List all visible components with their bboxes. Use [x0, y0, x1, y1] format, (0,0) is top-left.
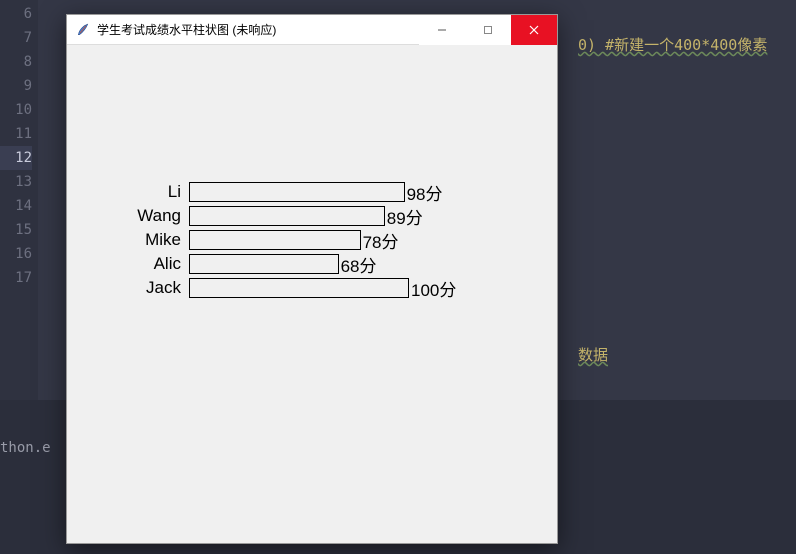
- line-number: 13: [0, 170, 32, 194]
- window-titlebar[interactable]: 学生考试成绩水平柱状图 (未响应): [67, 15, 557, 45]
- line-number: 16: [0, 242, 32, 266]
- bar-row: Li 98分: [105, 180, 525, 204]
- bar-row: Alic 68分: [105, 252, 525, 276]
- bar-rect: [189, 230, 361, 250]
- line-number: 7: [0, 26, 32, 50]
- close-button[interactable]: [511, 15, 557, 45]
- bar-category-label: Li: [105, 182, 189, 202]
- bar-rect: [189, 254, 339, 274]
- bar-value-label: 78分: [361, 228, 399, 253]
- close-icon: [529, 25, 539, 35]
- line-number: 9: [0, 74, 32, 98]
- line-number: 14: [0, 194, 32, 218]
- bar-category-label: Wang: [105, 206, 189, 226]
- minimize-button[interactable]: [419, 15, 465, 45]
- bar-category-label: Mike: [105, 230, 189, 250]
- line-number: 8: [0, 50, 32, 74]
- bar-value-label: 98分: [405, 180, 443, 205]
- bar-row: Mike 78分: [105, 228, 525, 252]
- bar-rect: [189, 182, 405, 202]
- bar-category-label: Alic: [105, 254, 189, 274]
- bar-value-label: 100分: [409, 276, 456, 301]
- minimize-icon: [437, 25, 447, 35]
- line-number: 17: [0, 266, 32, 290]
- line-number: 10: [0, 98, 32, 122]
- bar-rect: [189, 206, 385, 226]
- bar-value-label: 89分: [385, 204, 423, 229]
- line-number: 12: [0, 146, 32, 170]
- bar-row: Wang 89分: [105, 204, 525, 228]
- app-window: 学生考试成绩水平柱状图 (未响应) Li98分Wang89分Mike78分Ali…: [66, 14, 558, 544]
- line-number: 6: [0, 2, 32, 26]
- line-number: 15: [0, 218, 32, 242]
- bar-row: Jack 100分: [105, 276, 525, 300]
- code-line-fragment: 数据: [578, 344, 608, 365]
- line-number-gutter: 67891011121314151617: [0, 0, 38, 400]
- chart-canvas: Li 98分 Wang 89分 Mike 78分 Alic 68分 Jack 100分: [67, 45, 557, 543]
- bar-value-label: 68分: [339, 252, 377, 277]
- tk-feather-icon: [75, 22, 91, 38]
- maximize-icon: [483, 25, 493, 35]
- line-number: 11: [0, 122, 32, 146]
- window-control-buttons: [419, 15, 557, 45]
- maximize-button[interactable]: [465, 15, 511, 45]
- horizontal-bar-chart: Li 98分 Wang 89分 Mike 78分 Alic 68分 Jack 100分: [105, 180, 525, 300]
- code-line-fragment: 0) #新建一个400*400像素: [578, 34, 767, 55]
- console-text-fragment: thon.e: [0, 440, 51, 456]
- window-title: 学生考试成绩水平柱状图 (未响应): [97, 21, 276, 38]
- bar-rect: [189, 278, 409, 298]
- bar-category-label: Jack: [105, 278, 189, 298]
